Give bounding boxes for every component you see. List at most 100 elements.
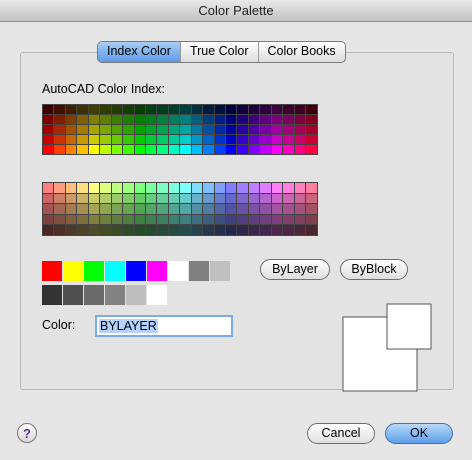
cancel-button[interactable]: Cancel — [307, 423, 375, 444]
pastel-color-swatch[interactable] — [180, 225, 191, 235]
bright-color-swatch[interactable] — [260, 135, 271, 144]
pastel-color-swatch[interactable] — [237, 204, 248, 214]
pastel-color-swatch[interactable] — [214, 204, 225, 214]
pastel-color-swatch[interactable] — [214, 225, 225, 235]
pastel-color-swatch[interactable] — [54, 214, 65, 225]
bright-color-swatch[interactable] — [214, 145, 225, 154]
pastel-color-swatch[interactable] — [180, 193, 191, 204]
bright-color-swatch[interactable] — [180, 125, 191, 134]
bright-color-swatch[interactable] — [271, 115, 283, 124]
bright-color-swatch[interactable] — [168, 145, 180, 154]
pastel-color-swatch[interactable] — [237, 214, 248, 225]
bright-color-swatch[interactable] — [294, 135, 306, 144]
color-input[interactable]: BYLAYER — [95, 315, 233, 337]
bright-color-swatch[interactable] — [111, 125, 123, 134]
bright-color-swatch[interactable] — [248, 105, 260, 114]
basic-color-swatch[interactable] — [210, 261, 230, 281]
pastel-color-swatch[interactable] — [226, 204, 237, 214]
pastel-color-swatch[interactable] — [157, 204, 168, 214]
pastel-color-swatch[interactable] — [271, 225, 283, 235]
bright-color-swatch[interactable] — [134, 115, 145, 124]
bright-color-swatch[interactable] — [180, 115, 191, 124]
pastel-color-swatch[interactable] — [100, 183, 111, 193]
bright-color-swatch[interactable] — [111, 115, 123, 124]
bright-color-swatch[interactable] — [145, 115, 157, 124]
bright-color-swatch[interactable] — [191, 105, 203, 114]
bright-color-swatch[interactable] — [271, 105, 283, 114]
pastel-color-swatch[interactable] — [191, 214, 203, 225]
bright-color-swatch[interactable] — [100, 135, 111, 144]
pastel-color-swatch[interactable] — [248, 193, 260, 204]
pastel-color-swatch[interactable] — [123, 193, 134, 204]
pastel-color-swatch[interactable] — [248, 204, 260, 214]
bright-color-swatch[interactable] — [214, 105, 225, 114]
pastel-color-swatch[interactable] — [248, 183, 260, 193]
pastel-color-swatch[interactable] — [145, 204, 157, 214]
pastel-color-swatch[interactable] — [283, 214, 294, 225]
bright-color-swatch[interactable] — [134, 125, 145, 134]
bright-color-swatch[interactable] — [65, 145, 77, 154]
bright-color-swatch[interactable] — [43, 145, 54, 154]
pastel-color-swatch[interactable] — [54, 225, 65, 235]
bright-color-swatch[interactable] — [271, 135, 283, 144]
pastel-color-swatch[interactable] — [100, 193, 111, 204]
bright-color-swatch[interactable] — [54, 125, 65, 134]
bright-color-swatch[interactable] — [260, 145, 271, 154]
basic-color-swatch[interactable] — [84, 261, 104, 281]
pastel-color-swatch[interactable] — [203, 214, 214, 225]
bright-color-swatch[interactable] — [134, 105, 145, 114]
bright-color-swatch[interactable] — [226, 105, 237, 114]
pastel-color-swatch[interactable] — [168, 225, 180, 235]
basic-color-swatch[interactable] — [126, 261, 146, 281]
bright-color-swatch[interactable] — [306, 105, 317, 114]
pastel-color-swatch[interactable] — [100, 214, 111, 225]
pastel-color-swatch[interactable] — [226, 183, 237, 193]
pastel-color-swatch[interactable] — [77, 204, 88, 214]
pastel-color-swatch[interactable] — [283, 225, 294, 235]
pastel-color-swatch[interactable] — [134, 204, 145, 214]
bright-color-swatch[interactable] — [203, 105, 214, 114]
pastel-color-swatch[interactable] — [168, 214, 180, 225]
basic-color-swatch[interactable] — [168, 261, 188, 281]
bright-color-swatch[interactable] — [191, 115, 203, 124]
bright-color-swatch[interactable] — [100, 145, 111, 154]
bright-color-swatch[interactable] — [294, 105, 306, 114]
pastel-color-swatch[interactable] — [123, 183, 134, 193]
bright-color-swatch[interactable] — [248, 145, 260, 154]
pastel-color-swatch[interactable] — [77, 193, 88, 204]
pastel-color-swatch[interactable] — [100, 204, 111, 214]
pastel-color-swatch[interactable] — [88, 183, 100, 193]
bright-color-swatch[interactable] — [100, 115, 111, 124]
bright-color-swatch[interactable] — [168, 125, 180, 134]
pastel-color-swatch[interactable] — [294, 225, 306, 235]
bright-color-swatch[interactable] — [226, 115, 237, 124]
gray-color-swatch[interactable] — [84, 285, 104, 305]
help-button[interactable]: ? — [17, 423, 37, 443]
pastel-color-swatch[interactable] — [168, 204, 180, 214]
bright-color-swatch[interactable] — [214, 115, 225, 124]
bright-color-swatch[interactable] — [88, 135, 100, 144]
bylayer-button[interactable]: ByLayer — [260, 259, 330, 280]
gray-color-swatch[interactable] — [105, 285, 125, 305]
tab-index-color[interactable]: Index Color — [98, 42, 180, 62]
bright-color-swatch[interactable] — [157, 105, 168, 114]
pastel-color-swatch[interactable] — [77, 214, 88, 225]
bright-color-swatch[interactable] — [283, 135, 294, 144]
pastel-color-swatch[interactable] — [294, 193, 306, 204]
pastel-color-swatch[interactable] — [226, 214, 237, 225]
pastel-color-swatch[interactable] — [294, 204, 306, 214]
bright-color-swatch[interactable] — [88, 105, 100, 114]
bright-color-swatch[interactable] — [134, 145, 145, 154]
bright-color-swatch[interactable] — [145, 105, 157, 114]
bright-color-swatch[interactable] — [168, 115, 180, 124]
pastel-color-swatch[interactable] — [306, 225, 317, 235]
bright-color-swatch[interactable] — [248, 135, 260, 144]
pastel-color-swatch[interactable] — [134, 225, 145, 235]
pastel-color-swatch[interactable] — [203, 193, 214, 204]
bright-color-swatch[interactable] — [77, 135, 88, 144]
pastel-color-swatch[interactable] — [88, 193, 100, 204]
bright-color-swatch[interactable] — [111, 135, 123, 144]
bright-color-swatch[interactable] — [123, 135, 134, 144]
pastel-color-swatch[interactable] — [168, 183, 180, 193]
pastel-color-swatch[interactable] — [134, 183, 145, 193]
